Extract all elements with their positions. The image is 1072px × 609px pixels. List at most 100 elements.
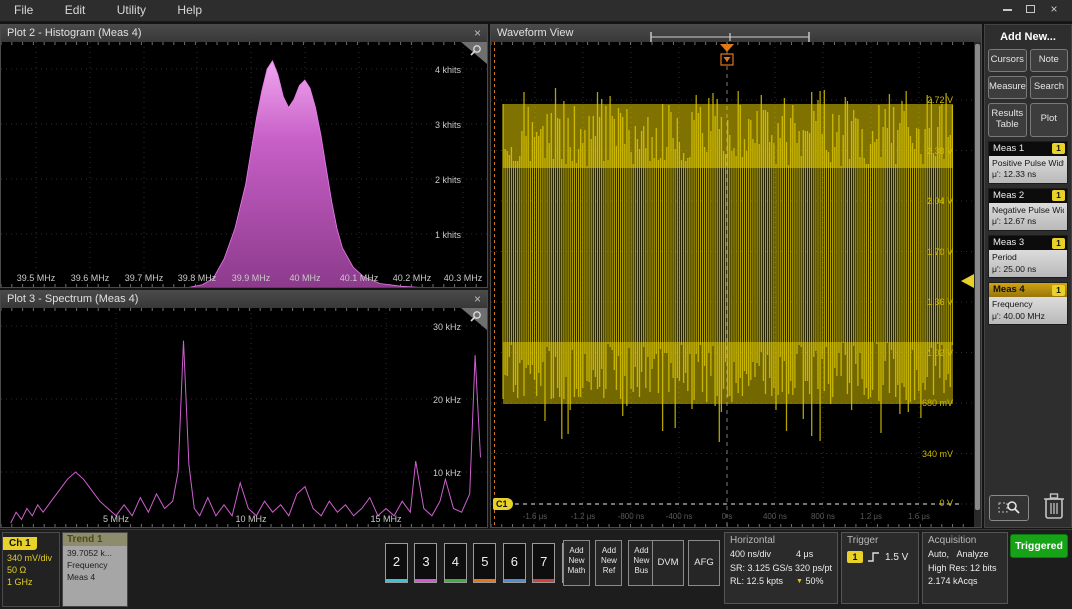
spectrum-title-bar[interactable]: Plot 3 - Spectrum (Meas 4) × (1, 291, 487, 308)
cursors-button[interactable]: Cursors (988, 49, 1027, 72)
add-new-ref-button[interactable]: Add New Ref (595, 540, 622, 586)
meas-4-body: Frequency μ': 40.00 MHz (989, 297, 1067, 324)
channel-1-badge[interactable]: Ch 1 340 mV/div 50 Ω 1 GHz (2, 532, 60, 607)
acq-count: 2.174 kAcqs (928, 575, 1002, 589)
histogram-close-icon[interactable]: × (474, 25, 481, 42)
menu-file[interactable]: File (14, 0, 33, 17)
hist-x-tick: 40.3 MHz (444, 273, 483, 283)
right-sidebar: Add New... Cursors Note Measure Search R… (984, 24, 1072, 528)
waveform-title-bar[interactable]: Waveform View (491, 25, 981, 42)
meas-4-name: Meas 4 (993, 284, 1025, 295)
channel-4-button[interactable]: 4 (444, 543, 467, 583)
histogram-plot-area[interactable]: 39.5 MHz 39.6 MHz 39.7 MHz 39.8 MHz 39.9… (1, 42, 487, 287)
menu-bar: File Edit Utility Help × (0, 0, 1072, 22)
afg-button[interactable]: AFG (688, 540, 720, 586)
trigger-panel[interactable]: Trigger 1 1.5 V (841, 532, 919, 604)
horizontal-panel[interactable]: Horizontal 400 ns/div4 μs SR: 3.125 GS/s… (724, 532, 838, 604)
meas-4-header[interactable]: Meas 4 1 (989, 283, 1067, 297)
spectrum-close-icon[interactable]: × (474, 291, 481, 308)
channel-7-button[interactable]: 7 (532, 543, 555, 583)
add-new-bus-button[interactable]: Add New Bus (628, 540, 655, 586)
note-button[interactable]: Note (1030, 49, 1069, 72)
histogram-zoom-corner-icon[interactable] (461, 42, 487, 64)
hist-x-tick: 39.9 MHz (232, 273, 271, 283)
dvm-button[interactable]: DVM (652, 540, 684, 586)
bottom-toolbar: Ch 1 340 mV/div 50 Ω 1 GHz Trend 1 39.70… (0, 529, 1072, 609)
meas-3-body: Period μ': 25.00 ns (989, 250, 1067, 277)
wave-t-label: 400 ns (763, 512, 787, 521)
meas-4-label: Frequency (992, 299, 1064, 311)
spectrum-plot-area[interactable]: 5 MHz 10 MHz 15 MHz 30 kHz 20 kHz 10 kHz (1, 308, 487, 527)
menu-utility[interactable]: Utility (117, 0, 146, 17)
sample-rate: SR: 3.125 GS/s (730, 562, 795, 576)
wave-t-label: 800 ns (811, 512, 835, 521)
meas-1-value: μ': 12.33 ns (992, 169, 1064, 181)
window-close-button[interactable]: × (1044, 2, 1064, 18)
meas-3-card[interactable]: Meas 3 1 Period μ': 25.00 ns (988, 235, 1068, 278)
minimize-button[interactable] (997, 2, 1017, 18)
meas-2-card[interactable]: Meas 2 1 Negative Pulse Width μ': 12.67 … (988, 188, 1068, 231)
search-button[interactable]: Search (1030, 76, 1068, 99)
add-new-math-button[interactable]: Add New Math (563, 540, 590, 586)
channel1-ground-badge[interactable]: C1 (493, 498, 513, 510)
magnifier-icon (998, 499, 1020, 517)
wave-t-label: -1.2 μs (571, 512, 596, 521)
results-table-button[interactable]: Results Table (988, 103, 1027, 137)
plot-button[interactable]: Plot (1030, 103, 1069, 137)
wave-t-label: -400 ns (666, 512, 693, 521)
waveform-plot-area[interactable]: 2.72 V 2.38 V 2.04 V 1.70 V 1.36 V 1.02 … (491, 42, 981, 527)
acq-mode: Auto, (928, 549, 949, 559)
meas-4-card[interactable]: Meas 4 1 Frequency μ': 40.00 MHz (988, 282, 1068, 325)
histogram-plot-panel: Plot 2 - Histogram (Meas 4) × 39.5 MHz 3… (0, 24, 488, 288)
meas-2-label: Negative Pulse Width (992, 205, 1064, 217)
menu-edit[interactable]: Edit (65, 0, 86, 17)
wave-v-label: 2.04 V (927, 196, 953, 206)
acq-resolution: High Res: 12 bits (928, 562, 1002, 576)
maximize-button[interactable] (1021, 2, 1041, 18)
menu-help[interactable]: Help (177, 0, 202, 17)
hist-y-tick: 1 khits (435, 230, 461, 240)
waveform-vertical-scrollbar[interactable] (974, 42, 981, 527)
trigger-source-badge: 1 (847, 551, 863, 563)
horizontal-scale: 400 ns/div (730, 548, 796, 562)
meas-1-name: Meas 1 (993, 143, 1024, 154)
histogram-title: Plot 2 - Histogram (Meas 4) (7, 27, 141, 39)
histogram-title-bar[interactable]: Plot 2 - Histogram (Meas 4) × (1, 25, 487, 42)
meas-3-source-badge: 1 (1052, 238, 1065, 249)
spectrum-zoom-corner-icon[interactable] (461, 308, 487, 330)
meas-2-name: Meas 2 (993, 190, 1024, 201)
waveform-chart (491, 42, 974, 527)
meas-3-label: Period (992, 252, 1064, 264)
meas-1-card[interactable]: Meas 1 1 Positive Pulse Width μ': 12.33 … (988, 141, 1068, 184)
meas-2-value: μ': 12.67 ns (992, 216, 1064, 228)
trend-1-badge[interactable]: Trend 1 39.7052 k... Frequency Meas 4 (62, 532, 128, 607)
meas-1-header[interactable]: Meas 1 1 (989, 142, 1067, 156)
meas-4-value: μ': 40.00 MHz (992, 311, 1064, 323)
channel-5-button[interactable]: 5 (473, 543, 496, 583)
channel-6-number: 6 (511, 554, 518, 569)
meas-2-header[interactable]: Meas 2 1 (989, 189, 1067, 203)
wave-t-label: -800 ns (618, 512, 645, 521)
wave-v-label: 680 mV (922, 398, 953, 408)
spectrum-title: Plot 3 - Spectrum (Meas 4) (7, 293, 138, 305)
channel-6-button[interactable]: 6 (503, 543, 526, 583)
triggered-status-button[interactable]: Triggered (1010, 534, 1068, 558)
zero-volt-label: 0 V (939, 498, 953, 508)
measure-button[interactable]: Measure (988, 76, 1027, 99)
meas-1-label: Positive Pulse Width (992, 158, 1064, 170)
trash-button[interactable] (1041, 491, 1067, 521)
wave-t-label: 1.2 μs (860, 512, 882, 521)
hist-x-tick: 40 MHz (289, 273, 320, 283)
acquisition-panel[interactable]: Acquisition Auto, Analyze High Res: 12 b… (922, 532, 1008, 604)
trigger-level-arrow-icon (961, 274, 974, 288)
meas-1-source-badge: 1 (1052, 143, 1065, 154)
meas-1-body: Positive Pulse Width μ': 12.33 ns (989, 156, 1067, 183)
meas-3-header[interactable]: Meas 3 1 (989, 236, 1067, 250)
hist-x-tick: 39.7 MHz (125, 273, 164, 283)
window-controls: × (997, 2, 1064, 18)
channel-3-button[interactable]: 3 (414, 543, 437, 583)
acq-analyze: Analyze (957, 549, 989, 559)
zoom-tool-button[interactable] (989, 495, 1029, 521)
waveform-title: Waveform View (497, 27, 573, 39)
channel-2-button[interactable]: 2 (385, 543, 408, 583)
